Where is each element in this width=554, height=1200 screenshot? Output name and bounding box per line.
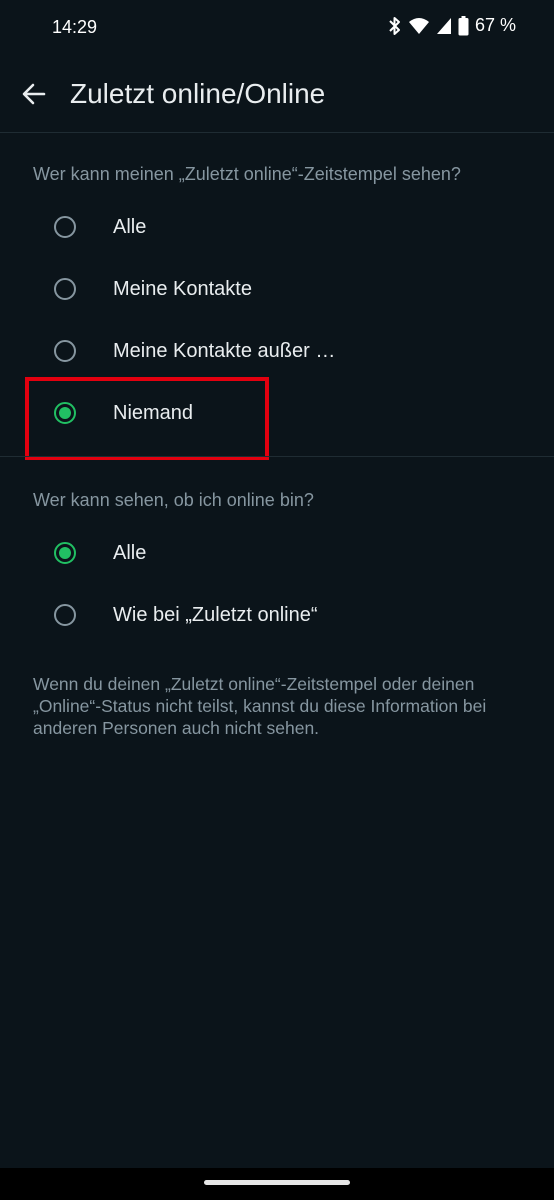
page-title: Zuletzt online/Online	[70, 78, 326, 109]
wifi-icon	[408, 17, 429, 34]
radio-label: Niemand	[113, 402, 194, 424]
radio-label: Alle	[113, 216, 147, 238]
radio-label: Alle	[113, 542, 147, 564]
radio-button-selected[interactable]	[54, 402, 76, 424]
signal-icon	[436, 17, 451, 34]
radio-last-seen-nobody[interactable]: Niemand	[0, 384, 554, 446]
radio-last-seen-contacts[interactable]: Meine Kontakte	[0, 260, 554, 322]
home-gesture-handle[interactable]	[204, 1180, 350, 1185]
radio-label: Wie bei „Zuletzt online“	[113, 604, 318, 626]
info-footnote: Wenn du deinen „Zuletzt online“-Zeitstem…	[33, 674, 487, 738]
radio-button[interactable]	[54, 340, 76, 362]
radio-button[interactable]	[54, 216, 76, 238]
radio-online-all[interactable]: Alle	[0, 524, 554, 586]
radio-last-seen-all[interactable]: Alle	[0, 198, 554, 260]
radio-button-selected[interactable]	[54, 542, 76, 564]
status-bar: 14:29 67 %	[0, 0, 554, 56]
status-time: 14:29	[52, 17, 98, 37]
radio-label: Meine Kontakte außer …	[113, 340, 336, 362]
radio-label: Meine Kontakte	[113, 278, 252, 300]
section-heading-last-seen: Wer kann meinen „Zuletzt online“-Zeitste…	[33, 164, 461, 184]
navigation-bar	[0, 1168, 554, 1200]
radio-last-seen-contacts-except[interactable]: Meine Kontakte außer …	[0, 322, 554, 384]
app-bar: Zuletzt online/Online	[0, 56, 554, 133]
battery-percent: 67 %	[474, 15, 516, 35]
arrow-left-icon[interactable]	[20, 80, 48, 108]
status-icons: 67 %	[388, 15, 516, 36]
radio-button[interactable]	[54, 604, 76, 626]
section-divider	[0, 456, 554, 457]
battery-icon	[458, 15, 469, 35]
section-heading-online: Wer kann sehen, ob ich online bin?	[33, 490, 314, 510]
radio-button[interactable]	[54, 278, 76, 300]
radio-online-same-as-last-seen[interactable]: Wie bei „Zuletzt online“	[0, 586, 554, 648]
bluetooth-icon	[389, 16, 400, 35]
